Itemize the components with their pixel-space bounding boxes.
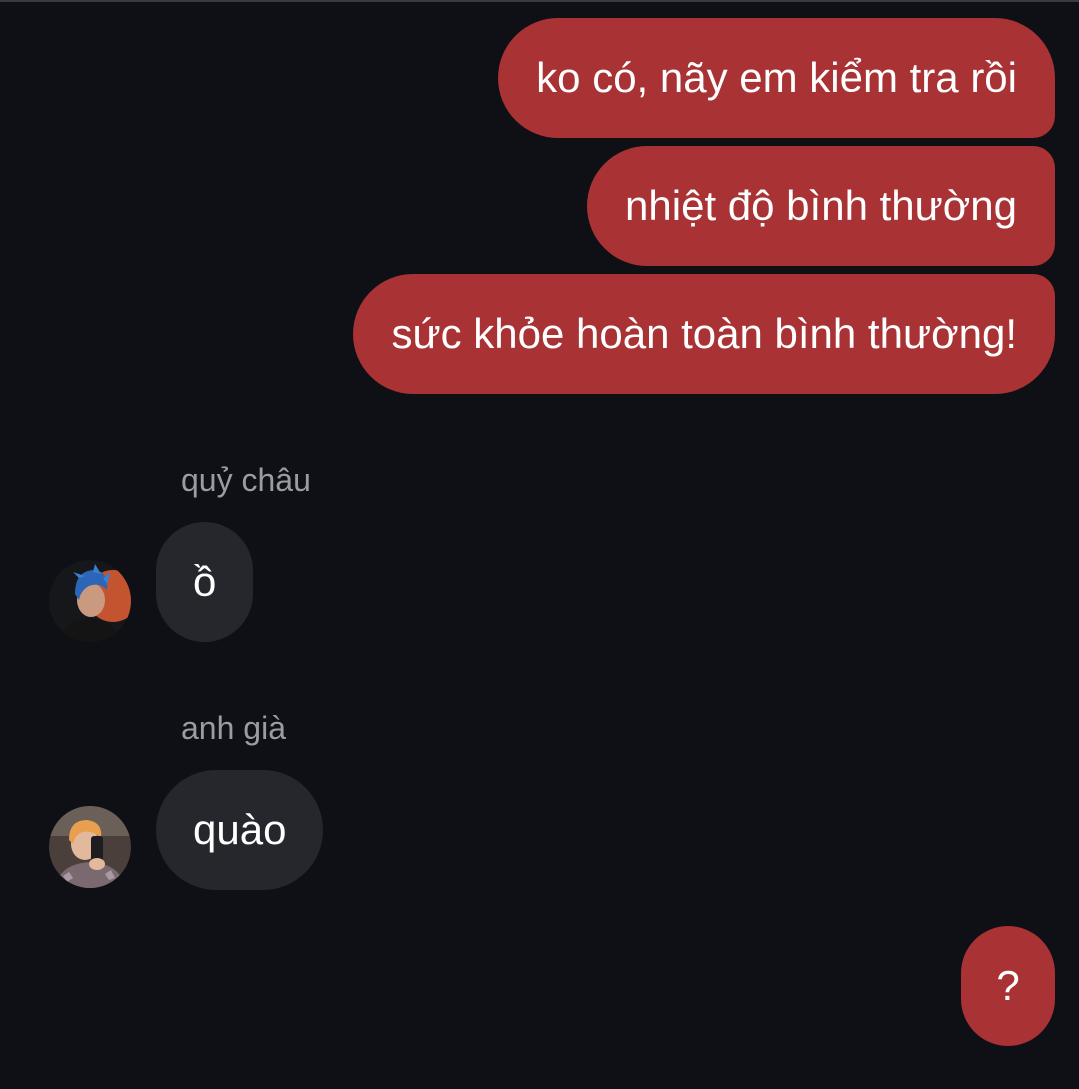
message-text: ? [996,962,1020,1009]
incoming-message-bubble[interactable]: quào [156,770,324,890]
message-text: quào [193,806,287,853]
message-text: sức khỏe hoàn toàn bình thường! [391,310,1017,357]
avatar-quy-chau[interactable] [49,560,131,642]
outgoing-message-bubble[interactable]: ? [961,926,1055,1046]
outgoing-message-bubble[interactable]: sức khỏe hoàn toàn bình thường! [353,274,1055,394]
message-text: nhiệt độ bình thường [625,182,1017,229]
avatar-selfie-phone-icon [49,806,131,888]
avatar-anh-gia[interactable] [49,806,131,888]
avatar-blue-hair-profile-icon [49,560,131,642]
outgoing-message-bubble[interactable]: ko có, nãy em kiểm tra rồi [498,18,1055,138]
outgoing-message-bubble[interactable]: nhiệt độ bình thường [587,146,1055,266]
incoming-message-bubble[interactable]: ồ [156,522,254,642]
top-divider [0,0,1079,2]
message-text: ồ [193,558,217,605]
sender-name: anh già [181,710,286,746]
message-text: ko có, nãy em kiểm tra rồi [536,54,1017,101]
sender-name: quỷ châu [181,462,311,498]
